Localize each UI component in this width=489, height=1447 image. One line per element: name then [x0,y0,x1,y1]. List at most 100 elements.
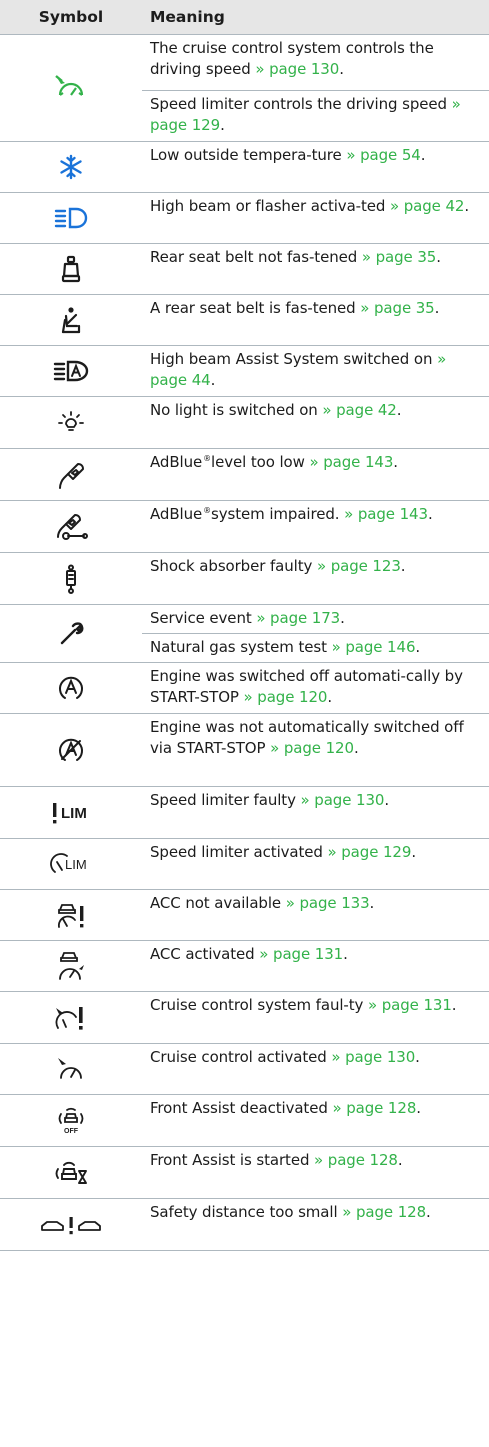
limiter-fault-icon: LIM [0,800,142,826]
table-row: ACC not available » page 133. [0,889,489,941]
table-row: ACC activated » page 131. [0,940,489,992]
acc-unavailable-icon [0,900,142,930]
symbol-cell [0,552,142,605]
meaning-cell: The cruise control system controls the d… [142,34,489,91]
meaning-cell: ACC activated » page 131. [142,940,489,992]
rear-seatbelt-icon [0,255,142,283]
page-link[interactable]: » page 35 [360,299,434,317]
page-link[interactable]: » page 143 [309,453,393,471]
symbol-cell [0,1146,142,1199]
table-row: Cruise control activated » page 130. [0,1043,489,1095]
page-link[interactable]: » page 143 [344,505,428,523]
table-row: Front Assist is started » page 128. [0,1146,489,1199]
symbol-cell [0,1043,142,1095]
page-link[interactable]: » page 129 [328,843,412,861]
seatbelt-fastened-icon [0,306,142,334]
limiter-active-icon: LIM [0,850,142,878]
page-link[interactable]: » page 123 [317,557,401,575]
adblue-level-icon [0,460,142,490]
page-link[interactable]: » page 133 [286,894,370,912]
symbol-cell: LIM [0,786,142,839]
table-row: Low outside tempera-ture » page 54. [0,141,489,193]
symbol-cell [0,940,142,992]
high-beam-assist-icon [0,359,142,383]
page-link[interactable]: » page 130 [301,791,385,809]
page-link[interactable]: » page 54 [346,146,420,164]
page-link[interactable]: » page 120 [244,688,328,706]
page-link[interactable]: » page 131 [259,945,343,963]
meaning-cell: Speed limiter faulty » page 130. [142,786,489,839]
table-header: Symbol Meaning [0,0,489,35]
meaning-cell: Engine was not automatically switched of… [142,713,489,787]
snowflake-icon [0,154,142,180]
table-row: AdBlue®system impaired. » page 143. [0,500,489,553]
table-row: LIM Speed limiter activated » page 129. [0,838,489,890]
meaning-cell: ACC not available » page 133. [142,889,489,941]
symbol-cell [0,192,142,244]
off-label: OFF [64,1128,79,1135]
page-link[interactable]: » page 42 [390,197,464,215]
symbol-cell [0,991,142,1044]
page-link[interactable]: » page 128 [332,1099,416,1117]
table-row: Engine was switched off automati-cally b… [0,662,489,714]
symbol-cell: LIM [0,838,142,890]
header-symbol: Symbol [0,0,142,35]
symbol-cell [0,500,142,553]
meaning-cell: Cruise control system faul-ty » page 131… [142,991,489,1044]
table-row: OFF Front Assist deactivated » page 128. [0,1094,489,1147]
symbol-cell [0,294,142,346]
page-link[interactable]: » page 42 [322,401,396,419]
table-row: LIM Speed limiter faulty » page 130. [0,786,489,839]
page-link[interactable]: » page 128 [342,1203,426,1221]
meaning-cell: Service event » page 173. [142,604,489,634]
page-link[interactable]: » page 146 [332,638,416,656]
symbol-cell [0,1198,142,1251]
page-link[interactable]: » page 128 [314,1151,398,1169]
safety-distance-icon [0,1213,142,1237]
front-assist-off-icon: OFF [0,1106,142,1136]
table-row: Service event » page 173. [0,604,489,663]
high-beam-icon [0,206,142,230]
cruise-fault-icon [0,1003,142,1033]
limiter-text: LIM [61,805,87,822]
page-link[interactable]: » page 131 [368,996,452,1014]
meaning-cell: Low outside tempera-ture » page 54. [142,141,489,193]
shock-absorber-icon [0,564,142,594]
meaning-cell: Speed limiter activated » page 129. [142,838,489,890]
table-row: AdBlue®level too low » page 143. [0,448,489,501]
meaning-cell: Cruise control activated » page 130. [142,1043,489,1095]
symbol-cell [0,141,142,193]
meaning-cell: Front Assist deactivated » page 128. [142,1094,489,1147]
meaning-cell: Safety distance too small » page 128. [142,1198,489,1251]
symbol-cell [0,889,142,941]
meaning-cell: High beam Assist System switched on » pa… [142,345,489,397]
table-row: No light is switched on » page 42. [0,396,489,449]
symbol-cell [0,662,142,714]
meaning-cell: Natural gas system test » page 146. [142,633,489,663]
adblue-system-icon [0,512,142,542]
acc-active-icon [0,950,142,982]
cruise-control-icon [0,73,142,103]
meaning-cell: Rear seat belt not fas-tened » page 35. [142,243,489,295]
table-row: Rear seat belt not fas-tened » page 35. [0,243,489,295]
page-link[interactable]: » page 130 [255,60,339,78]
table-row: High beam Assist System switched on » pa… [0,345,489,397]
table-row: High beam or flasher activa-ted » page 4… [0,192,489,244]
page-link[interactable]: » page 35 [362,248,436,266]
front-assist-started-icon [0,1159,142,1187]
symbol-cell [0,345,142,397]
page-link[interactable]: » page 120 [270,739,354,757]
meaning-cell: High beam or flasher activa-ted » page 4… [142,192,489,244]
page-link[interactable]: » page 173 [256,609,340,627]
page-link[interactable]: » page 130 [331,1048,415,1066]
start-stop-off-icon [0,736,142,764]
meaning-cell: AdBlue®level too low » page 143. [142,448,489,501]
meaning-cell: A rear seat belt is fas-tened » page 35. [142,294,489,346]
wrench-icon [0,621,142,647]
header-meaning: Meaning [142,0,489,35]
table-row: The cruise control system controls the d… [0,34,489,142]
symbol-cell: OFF [0,1094,142,1147]
meaning-cell: Shock absorber faulty » page 123. [142,552,489,605]
symbol-cell [0,396,142,449]
symbol-cell [0,243,142,295]
